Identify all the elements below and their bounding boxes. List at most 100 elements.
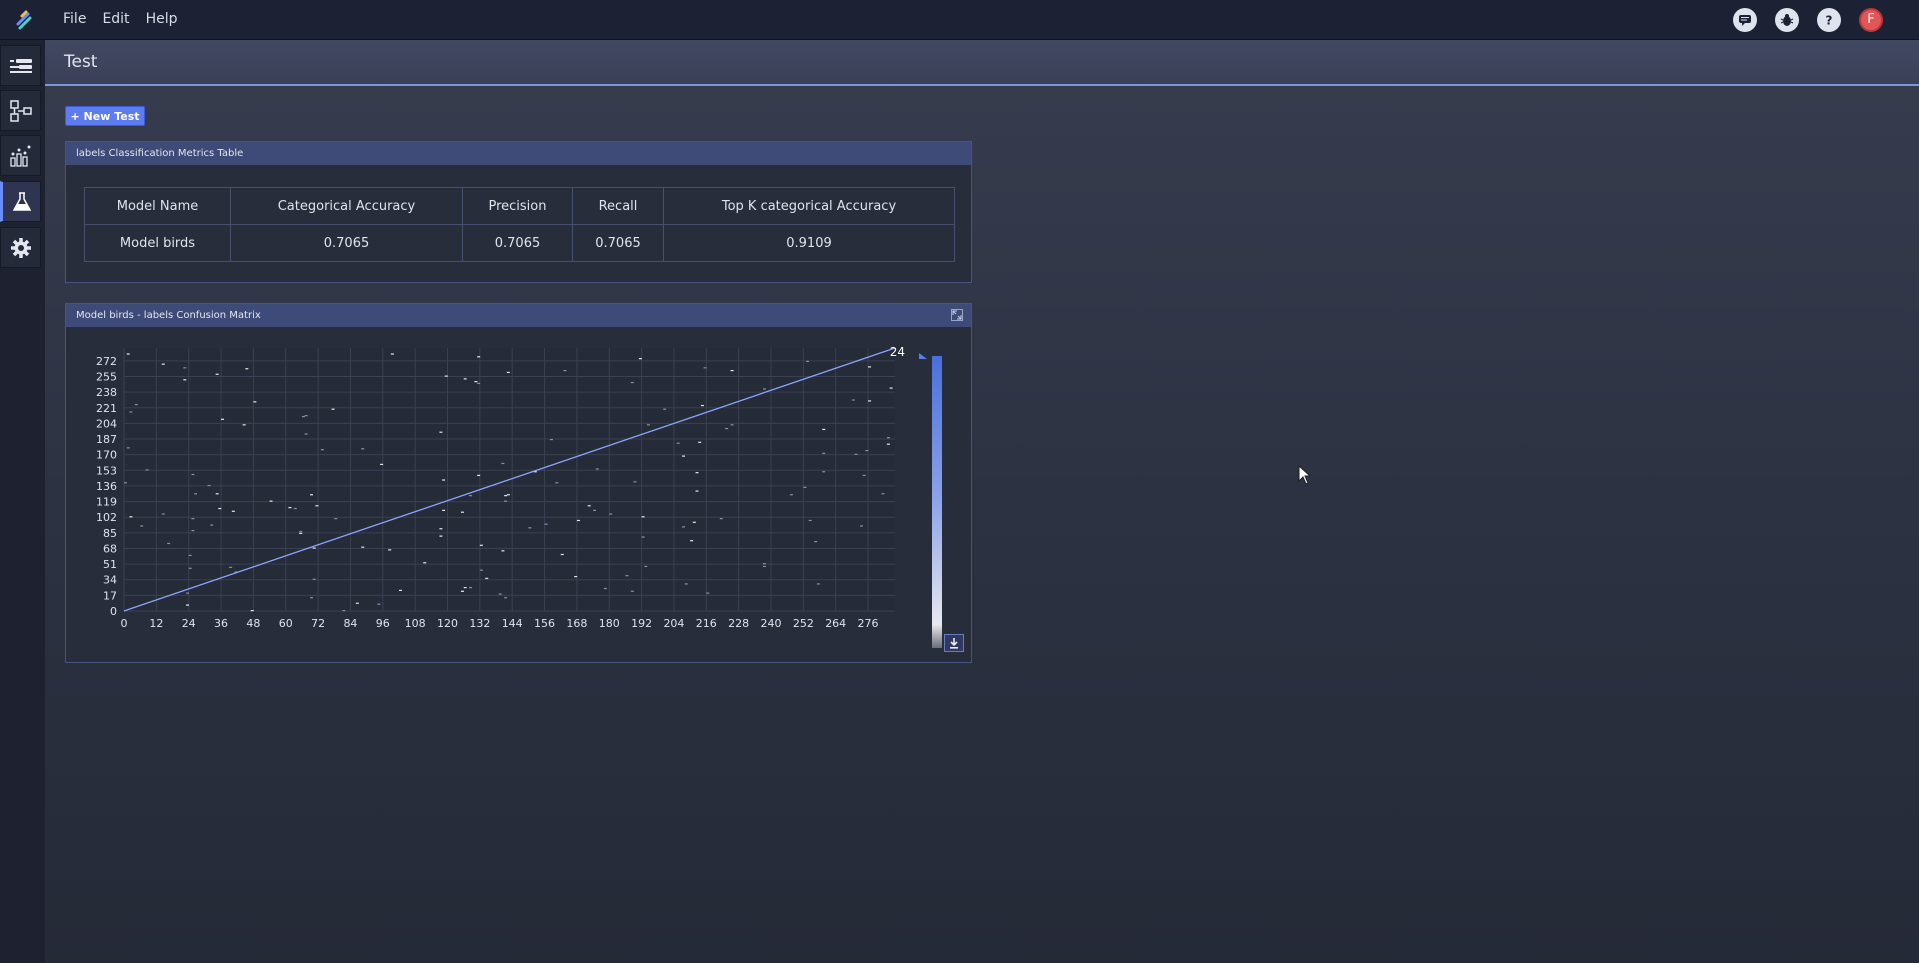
heatmap-cell [682, 455, 686, 457]
heatmap-cell [889, 387, 893, 389]
download-button[interactable] [944, 634, 964, 652]
heatmap-cell [663, 408, 667, 410]
heatmap-cell [865, 449, 869, 452]
heatmap-cell [859, 525, 863, 527]
heatmap-cell [814, 541, 818, 543]
heatmap-cell [676, 442, 680, 444]
avatar[interactable]: F [1859, 7, 1883, 32]
expand-icon[interactable] [951, 309, 963, 321]
heatmap-cell [124, 482, 127, 484]
heatmap-cell [692, 521, 696, 523]
table-header-row: Model Name Categorical Accuracy Precisio… [84, 187, 955, 225]
heatmap-cell [501, 550, 505, 552]
heatmap-cell [501, 462, 505, 465]
chat-icon[interactable] [1733, 7, 1757, 32]
sidebar-item-test[interactable] [0, 181, 41, 222]
x-tick-label: 240 [760, 617, 781, 630]
heatmap-cell [638, 358, 642, 360]
heatmap-cell [695, 490, 699, 492]
heatmap-cell [881, 493, 885, 495]
menu-help[interactable]: Help [138, 0, 186, 39]
x-tick-label: 228 [728, 617, 749, 630]
confusion-panel-title: Model birds - labels Confusion Matrix [66, 304, 971, 327]
heatmap-cell [186, 604, 190, 606]
heatmap-cell [477, 382, 481, 385]
heatmap-cell [439, 528, 443, 530]
y-tick-label: 272 [96, 355, 117, 368]
heatmap-cell [868, 366, 872, 368]
heatmap-cell [730, 424, 734, 426]
x-tick-label: 84 [343, 617, 357, 630]
heatmap-cell [423, 562, 427, 564]
x-tick-label: 252 [793, 617, 814, 630]
heatmap-cell [229, 566, 233, 568]
new-test-button[interactable]: + New Test [65, 106, 145, 126]
page-title: Test [64, 52, 98, 72]
heatmap-cell [310, 494, 314, 496]
y-tick-label: 255 [96, 371, 117, 384]
app-logo-icon[interactable] [14, 8, 34, 32]
sidebar-item-settings[interactable] [0, 227, 41, 268]
heatmap-cell [762, 563, 766, 565]
help-icon[interactable]: ? [1817, 7, 1841, 32]
heatmap-cell [684, 583, 688, 585]
x-tick-label: 276 [858, 617, 879, 630]
confusion-panel-title-text: Model birds - labels Confusion Matrix [76, 310, 261, 321]
x-tick-label: 0 [121, 617, 128, 630]
y-tick-label: 204 [96, 417, 117, 430]
y-tick-label: 187 [96, 433, 117, 446]
y-tick-label: 170 [96, 449, 117, 462]
heatmap-cell [504, 597, 508, 599]
y-tick-label: 0 [110, 605, 117, 618]
heatmap-cell [126, 447, 130, 449]
menu-edit[interactable]: Edit [94, 0, 137, 39]
heatmap-cell [460, 511, 464, 513]
heatmap-cell [485, 577, 489, 580]
menu-bar: File Edit Help [55, 0, 185, 39]
heatmap-cell [269, 500, 273, 502]
heatmap-cell [134, 404, 138, 406]
heatmap-cell [816, 583, 820, 585]
x-tick-label: 132 [469, 617, 490, 630]
heatmap-cell [576, 519, 580, 522]
heatmap-cell [633, 481, 637, 483]
heatmap-cell [380, 463, 384, 465]
heatmap-cell [183, 379, 187, 381]
sidebar-item-training[interactable] [0, 135, 41, 176]
heatmap-cell [868, 400, 872, 402]
heatmap-cell [862, 474, 866, 477]
menu-file[interactable]: File [55, 0, 94, 39]
heatmap-cell [560, 553, 564, 556]
heatmap-cell [442, 509, 446, 511]
heatmap-cell [609, 513, 613, 515]
mouse-cursor-icon [1298, 465, 1312, 485]
heatmap-cell [301, 415, 305, 418]
top-bar: File Edit Help ? F [0, 0, 1919, 40]
heatmap-cell [690, 540, 694, 542]
top-icons: ? F [1733, 0, 1883, 39]
column-header: Categorical Accuracy [230, 187, 463, 225]
training-icon [9, 145, 30, 167]
heatmap-cell [191, 518, 195, 520]
colorbar-marker-icon [919, 353, 927, 359]
y-tick-label: 153 [96, 464, 117, 477]
heatmap-cell [126, 353, 130, 355]
heatmap-cell [310, 597, 314, 599]
column-header: Top K categorical Accuracy [663, 187, 955, 225]
heatmap-cell [603, 587, 607, 590]
heatmap-cell [331, 408, 335, 410]
heatmap-cell [167, 542, 171, 545]
heatmap-cell [215, 373, 219, 375]
bug-icon[interactable] [1775, 7, 1799, 32]
heatmap-cell [477, 474, 481, 477]
x-tick-label: 72 [311, 617, 325, 630]
sidebar-item-data[interactable] [0, 45, 41, 86]
heatmap-cell [191, 473, 195, 476]
sidebar-item-model[interactable] [0, 90, 41, 131]
heatmap-cell [789, 494, 793, 496]
heatmap-cell [682, 526, 686, 528]
heatmap-cell [549, 438, 553, 441]
heatmap-cell [463, 378, 467, 380]
heatmap-cell [593, 509, 597, 511]
x-tick-label: 120 [437, 617, 458, 630]
